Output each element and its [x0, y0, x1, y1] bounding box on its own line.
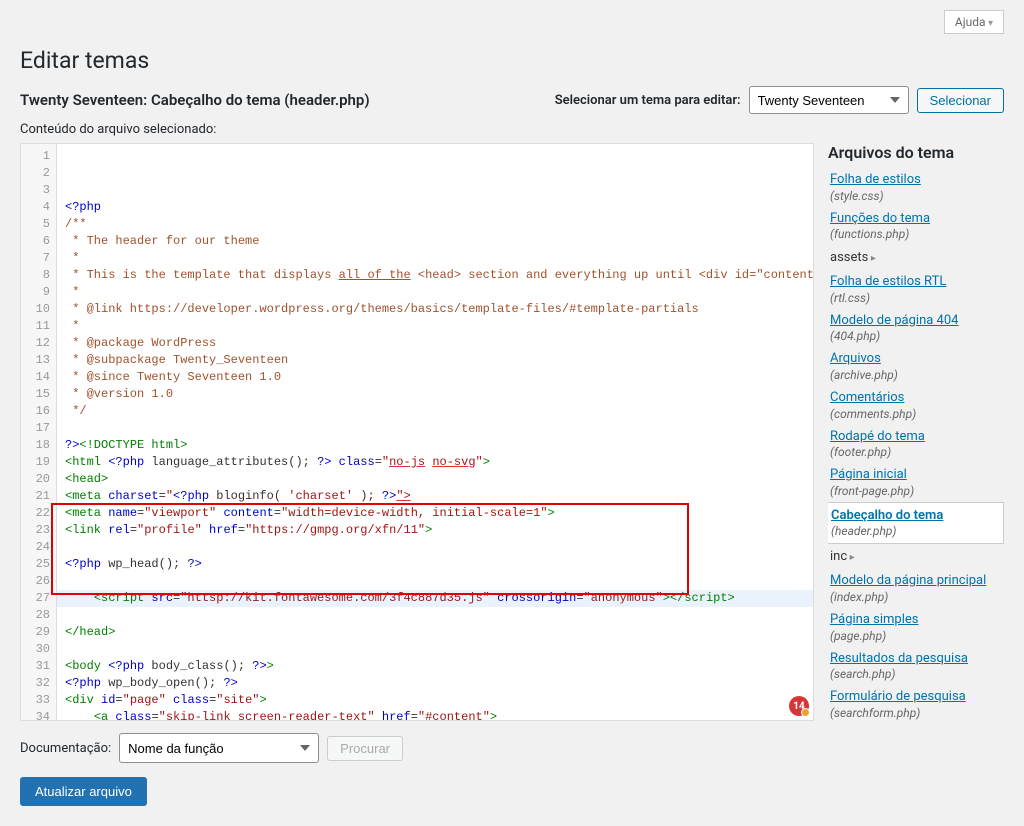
code-line[interactable]: ?><!DOCTYPE html> [57, 437, 813, 454]
code-line[interactable]: * [57, 318, 813, 335]
code-line[interactable]: <meta name="viewport" content="width=dev… [57, 505, 813, 522]
theme-file-name: (archive.php) [830, 368, 1000, 382]
update-file-button[interactable]: Atualizar arquivo [20, 777, 147, 806]
theme-file-name: (searchform.php) [830, 706, 1000, 720]
code-line[interactable] [57, 607, 813, 624]
code-line[interactable]: * [57, 250, 813, 267]
theme-select[interactable]: Twenty Seventeen [749, 86, 909, 114]
code-line[interactable] [57, 573, 813, 590]
editor-gutter: 1234567891011121314151617181920212223242… [21, 144, 57, 720]
sidebar-title: Arquivos do tema [828, 143, 1004, 162]
theme-file-link[interactable]: Arquivos [830, 351, 1000, 367]
theme-select-label: Selecionar um tema para editar: [555, 93, 741, 108]
theme-file-name: (functions.php) [830, 227, 1000, 241]
theme-file-item[interactable]: Funções do tema(functions.php) [828, 207, 1004, 246]
help-toggle[interactable]: Ajuda [944, 10, 1004, 34]
theme-folder[interactable]: assets [828, 245, 1004, 270]
theme-file-item[interactable]: Página inicial(front-page.php) [828, 463, 1004, 502]
theme-file-name: (index.php) [830, 590, 1000, 604]
documentation-label: Documentação: [20, 741, 111, 756]
lint-badge[interactable]: 14 [789, 696, 809, 716]
code-line[interactable]: * @version 1.0 [57, 386, 813, 403]
code-line[interactable]: * This is the template that displays all… [57, 267, 813, 284]
code-line[interactable]: /** [57, 216, 813, 233]
code-line[interactable]: * The header for our theme [57, 233, 813, 250]
theme-folder[interactable]: inc [828, 544, 1004, 569]
theme-file-name: (search.php) [830, 667, 1000, 681]
code-line[interactable]: <?php wp_body_open(); ?> [57, 675, 813, 692]
theme-file-name: (header.php) [831, 524, 999, 538]
theme-file-name: (rtl.css) [830, 291, 1000, 305]
theme-file-link[interactable]: Modelo da página principal [830, 573, 1000, 589]
code-line[interactable]: <a class="skip-link screen-reader-text" … [57, 709, 813, 720]
code-line[interactable]: */ [57, 403, 813, 420]
theme-file-name: (page.php) [830, 629, 1000, 643]
theme-file-link[interactable]: Folha de estilos [830, 172, 1000, 188]
theme-file-link[interactable]: Rodapé do tema [830, 429, 1000, 445]
theme-file-item[interactable]: Modelo de página 404(404.php) [828, 309, 1004, 348]
theme-file-link[interactable]: Página simples [830, 612, 1000, 628]
editor-code-area[interactable]: <?php/** * The header for our theme * * … [57, 144, 813, 720]
theme-file-item[interactable]: Folha de estilos(style.css) [828, 168, 1004, 207]
code-line[interactable] [57, 420, 813, 437]
code-line[interactable]: * @link https://developer.wordpress.org/… [57, 301, 813, 318]
theme-file-link[interactable]: Modelo de página 404 [830, 313, 1000, 329]
code-line[interactable]: <html <?php language_attributes(); ?> cl… [57, 454, 813, 471]
code-line[interactable]: * [57, 284, 813, 301]
theme-file-name: (footer.php) [830, 445, 1000, 459]
theme-file-name: (style.css) [830, 189, 1000, 203]
theme-file-item[interactable]: Modelo da página principal(index.php) [828, 569, 1004, 608]
theme-file-link[interactable]: Formulário de pesquisa [830, 689, 1000, 705]
code-line[interactable]: * @subpackage Twenty_Seventeen [57, 352, 813, 369]
theme-file-item[interactable]: Rodapé do tema(footer.php) [828, 425, 1004, 464]
lookup-button[interactable]: Procurar [327, 736, 403, 761]
code-line[interactable]: <div id="page" class="site"> [57, 692, 813, 709]
theme-file-link[interactable]: Resultados da pesquisa [830, 651, 1000, 667]
theme-file-name: (front-page.php) [830, 484, 1000, 498]
theme-file-item[interactable]: Folha de estilos RTL(rtl.css) [828, 270, 1004, 309]
code-line[interactable]: </head> [57, 624, 813, 641]
code-editor[interactable]: 1234567891011121314151617181920212223242… [20, 143, 814, 721]
page-title: Editar temas [20, 38, 1004, 78]
theme-file-list[interactable]: Folha de estilos(style.css)Funções do te… [828, 168, 1004, 748]
theme-file-link[interactable]: Folha de estilos RTL [830, 274, 1000, 290]
file-heading: Twenty Seventeen: Cabeçalho do tema (hea… [20, 91, 370, 109]
theme-file-name: (404.php) [830, 329, 1000, 343]
code-line[interactable]: * @package WordPress [57, 335, 813, 352]
code-line[interactable] [57, 641, 813, 658]
code-line[interactable] [57, 539, 813, 556]
code-line[interactable]: <link rel="profile" href="https://gmpg.o… [57, 522, 813, 539]
theme-file-item[interactable]: Cabeçalho do tema(header.php) [828, 502, 1004, 545]
select-theme-button[interactable]: Selecionar [917, 88, 1004, 113]
theme-file-link[interactable]: Comentários [830, 390, 1000, 406]
theme-file-link[interactable]: Funções do tema [830, 211, 1000, 227]
code-line[interactable]: <?php wp_head(); ?> [57, 556, 813, 573]
code-line[interactable]: * @since Twenty Seventeen 1.0 [57, 369, 813, 386]
theme-file-item[interactable]: Comentários(comments.php) [828, 386, 1004, 425]
code-line[interactable]: <meta charset="<?php bloginfo( 'charset'… [57, 488, 813, 505]
theme-file-name: (comments.php) [830, 407, 1000, 421]
theme-file-item[interactable]: Formulário de pesquisa(searchform.php) [828, 685, 1004, 724]
content-label: Conteúdo do arquivo selecionado: [20, 122, 1004, 137]
code-line[interactable]: <head> [57, 471, 813, 488]
documentation-select[interactable]: Nome da função [119, 733, 319, 763]
theme-file-link[interactable]: Página inicial [830, 467, 1000, 483]
theme-file-link[interactable]: Cabeçalho do tema [831, 508, 999, 524]
code-line[interactable]: <body <?php body_class(); ?>> [57, 658, 813, 675]
theme-file-item[interactable]: Arquivos(archive.php) [828, 347, 1004, 386]
code-line[interactable]: <script src="httsp://kit.fontawesome.com… [57, 590, 813, 607]
theme-file-item[interactable]: Página simples(page.php) [828, 608, 1004, 647]
theme-file-item[interactable]: Resultados da pesquisa(search.php) [828, 647, 1004, 686]
code-line[interactable]: <?php [57, 199, 813, 216]
